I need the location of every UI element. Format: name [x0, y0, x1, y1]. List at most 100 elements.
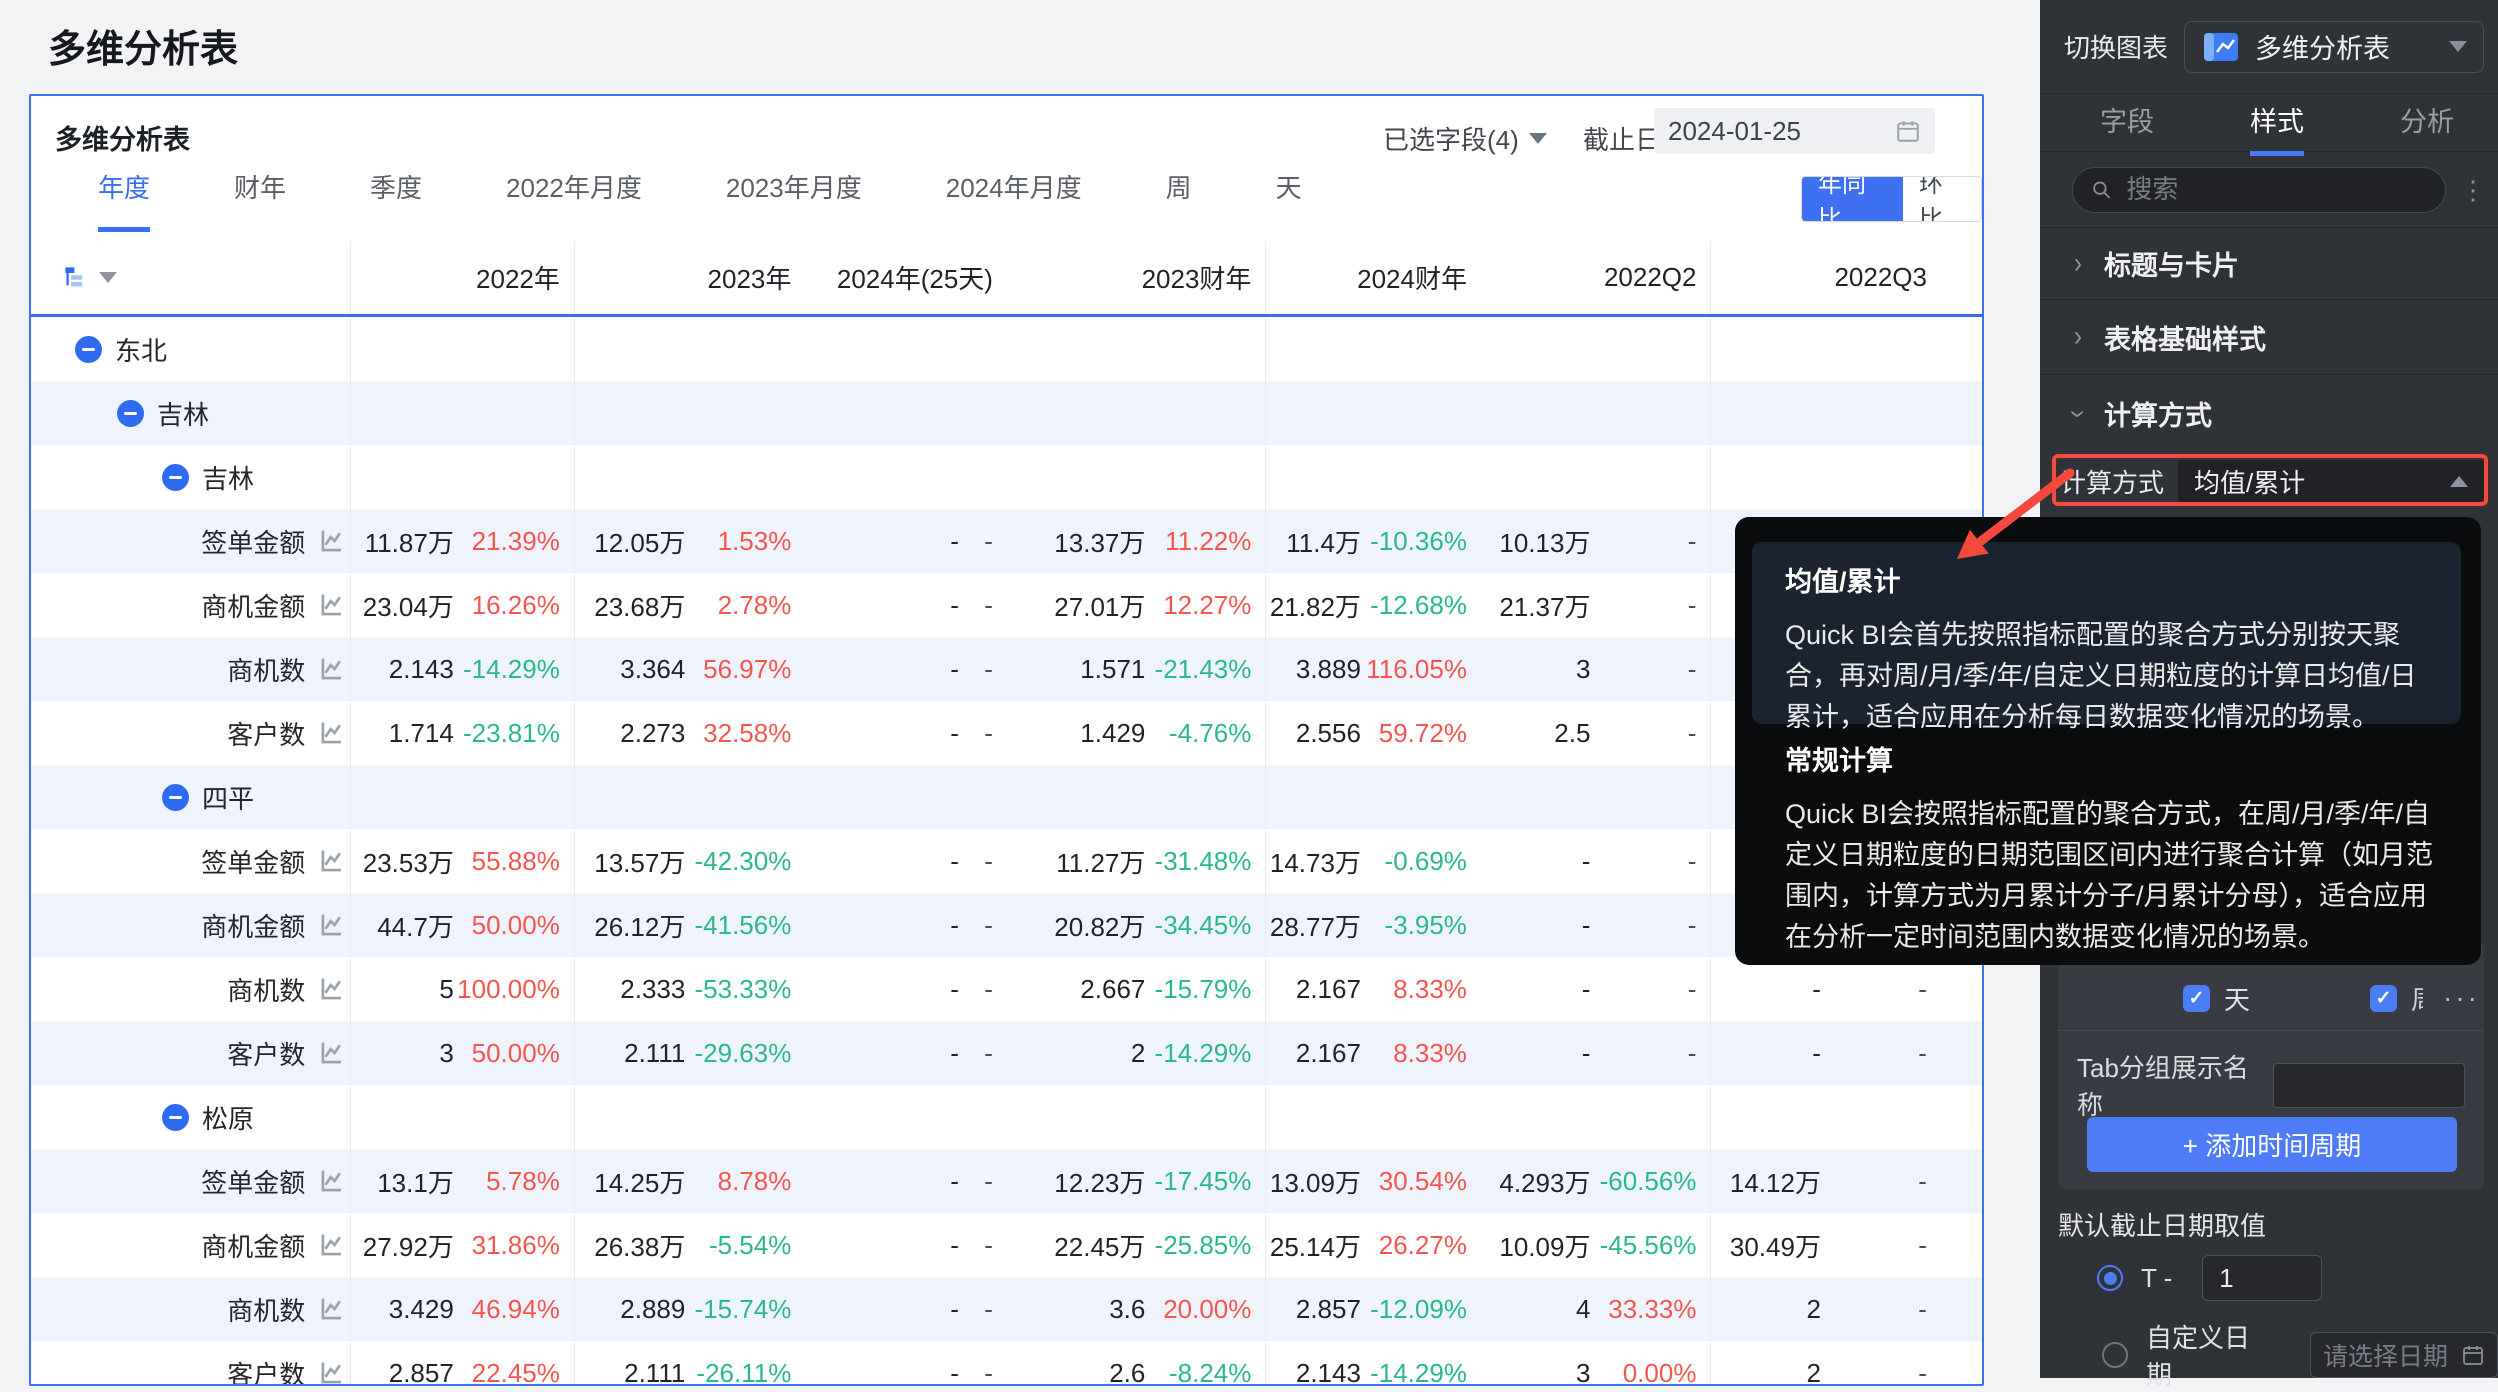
tab-group-name-input[interactable] [2273, 1063, 2465, 1108]
sidebar-tab-样式[interactable]: 样式 [2250, 100, 2304, 156]
more-options-icon[interactable]: ⋮ [2460, 185, 2486, 195]
add-time-period-button[interactable]: + 添加时间周期 [2087, 1117, 2457, 1172]
trend-icon[interactable] [319, 528, 345, 554]
option-regular-calc[interactable]: 常规计算 Quick BI会按照指标配置的聚合方式，在周/月/季/年/自定义日期… [1752, 739, 2461, 958]
search-field[interactable] [2124, 173, 2427, 206]
group-label: 松原 [202, 1099, 254, 1136]
section-title-card[interactable]: › 标题与卡片 [2040, 228, 2498, 300]
table-cell: -- [805, 701, 1007, 765]
sidebar-tab-分析[interactable]: 分析 [2400, 100, 2454, 151]
table-cell [1481, 317, 1712, 381]
table-cell: -- [1481, 1021, 1712, 1085]
table-cell: 13.09万30.54% [1266, 1149, 1481, 1213]
table-cell: 10.13万- [1481, 509, 1712, 573]
table-cell [1481, 445, 1712, 509]
trend-icon[interactable] [319, 1040, 345, 1066]
table-row: 松原 [31, 1085, 1982, 1149]
week-checkbox[interactable]: ✓ [2370, 985, 2397, 1012]
selected-fields-dropdown[interactable]: 已选字段(4) [1383, 120, 1547, 157]
table-cell [351, 317, 575, 381]
trend-icon[interactable] [319, 912, 345, 938]
selected-fields-label: 已选字段(4) [1383, 120, 1519, 157]
trend-icon[interactable] [319, 848, 345, 874]
table-cell: 12.05万1.53% [575, 509, 806, 573]
mom-toggle-button[interactable]: 环比 [1903, 177, 1981, 221]
trend-icon[interactable] [319, 1296, 345, 1322]
collapse-icon[interactable] [117, 400, 144, 427]
column-header: 2022Q3 [1711, 241, 1982, 314]
tab-季度[interactable]: 季度 [370, 168, 422, 232]
analysis-table: 2022年2023年2024年(25天)2023财年2024财年2022Q220… [31, 241, 1982, 1386]
row-header-cell: 吉林 [31, 445, 351, 509]
row-header-cell: 吉林 [31, 381, 351, 445]
tab-周[interactable]: 周 [1166, 168, 1192, 232]
table-cell: 14.25万8.78% [575, 1149, 806, 1213]
table-cell: 25.14万26.27% [1266, 1213, 1481, 1277]
table-cell: 11.87万21.39% [351, 509, 575, 573]
chart-type-select[interactable]: 多维分析表 [2184, 21, 2484, 73]
day-checkbox[interactable]: ✓ [2183, 985, 2210, 1012]
search-input[interactable] [2072, 167, 2446, 213]
collapse-icon[interactable] [162, 464, 189, 491]
table-cell: 28.77万-3.95% [1266, 893, 1481, 957]
trend-icon[interactable] [319, 1232, 345, 1258]
day-checkbox-label: 天 [2224, 980, 2250, 1017]
calc-mode-select[interactable]: 均值/累计 [2178, 460, 2484, 502]
row-header-cell: 商机数 [31, 637, 351, 701]
table-cell [351, 765, 575, 829]
table-cell: 2- [1711, 1341, 1982, 1386]
option-title: 均值/累计 [1785, 560, 2433, 599]
column-header: 2023财年 [1007, 241, 1266, 314]
chevron-right-icon: › [2074, 320, 2082, 354]
table-cell: 23.68万2.78% [575, 573, 806, 637]
t-minus-radio[interactable] [2097, 1265, 2123, 1291]
tab-天[interactable]: 天 [1276, 168, 1302, 232]
tab-年度[interactable]: 年度 [98, 168, 150, 232]
collapse-icon[interactable] [162, 784, 189, 811]
collapse-icon[interactable] [75, 336, 102, 363]
trend-icon[interactable] [319, 1360, 345, 1386]
table-row: 商机数3.42946.94%2.889-15.74%--3.620.00%2.8… [31, 1277, 1982, 1341]
collapse-icon[interactable] [162, 1104, 189, 1131]
table-cell: 2.889-15.74% [575, 1277, 806, 1341]
table-cell: 4.293万-60.56% [1481, 1149, 1712, 1213]
table-cell: 2.27332.58% [575, 701, 806, 765]
option-mean-cumulative[interactable]: 均值/累计 Quick BI会首先按照指标配置的聚合方式分别按天聚合，再对周/月… [1752, 542, 2461, 724]
tab-财年[interactable]: 财年 [234, 168, 286, 232]
t-minus-value-input[interactable] [2202, 1255, 2322, 1301]
section-table-style[interactable]: › 表格基础样式 [2040, 300, 2498, 375]
table-cell: 22.45万-25.85% [1007, 1213, 1266, 1277]
table-cell: 10.09万-45.56% [1481, 1213, 1712, 1277]
table-cell [805, 765, 1007, 829]
yoy-toggle-button[interactable]: 年同比 [1802, 177, 1903, 221]
trend-icon[interactable] [319, 592, 345, 618]
table-cell: 14.12万- [1711, 1149, 1982, 1213]
search-icon [2091, 178, 2112, 202]
section-calc-mode[interactable]: › 计算方式 [2040, 375, 2498, 452]
table-cell: 2.55659.72% [1266, 701, 1481, 765]
tab-2022年月度[interactable]: 2022年月度 [506, 168, 642, 232]
table-cell [1711, 445, 1982, 509]
table-cell [1266, 381, 1481, 445]
trend-icon[interactable] [319, 1168, 345, 1194]
table-cell: 5100.00% [351, 957, 575, 1021]
chevron-down-icon[interactable] [99, 272, 117, 283]
table-cell: 21.37万- [1481, 573, 1712, 637]
table-cell: 13.37万11.22% [1007, 509, 1266, 573]
trend-icon[interactable] [319, 656, 345, 682]
trend-icon[interactable] [319, 720, 345, 746]
tab-2024年月度[interactable]: 2024年月度 [946, 168, 1082, 232]
custom-date-radio[interactable] [2102, 1342, 2128, 1368]
cutoff-date-input[interactable]: 2024-01-25 [1654, 108, 1935, 154]
custom-date-input[interactable]: 请选择日期 [2310, 1332, 2498, 1378]
tab-2023年月度[interactable]: 2023年月度 [726, 168, 862, 232]
table-cell [805, 445, 1007, 509]
more-horizontal-icon[interactable]: ··· [2443, 982, 2480, 1014]
trend-icon[interactable] [319, 976, 345, 1002]
hierarchy-tree-icon[interactable] [62, 264, 89, 291]
table-cell [1266, 765, 1481, 829]
sidebar-tab-字段[interactable]: 字段 [2100, 100, 2154, 151]
table-cell: 11.27万-31.48% [1007, 829, 1266, 893]
row-header-cell: 商机金额 [31, 1213, 351, 1277]
table-row: 商机金额27.92万31.86%26.38万-5.54%--22.45万-25.… [31, 1213, 1982, 1277]
